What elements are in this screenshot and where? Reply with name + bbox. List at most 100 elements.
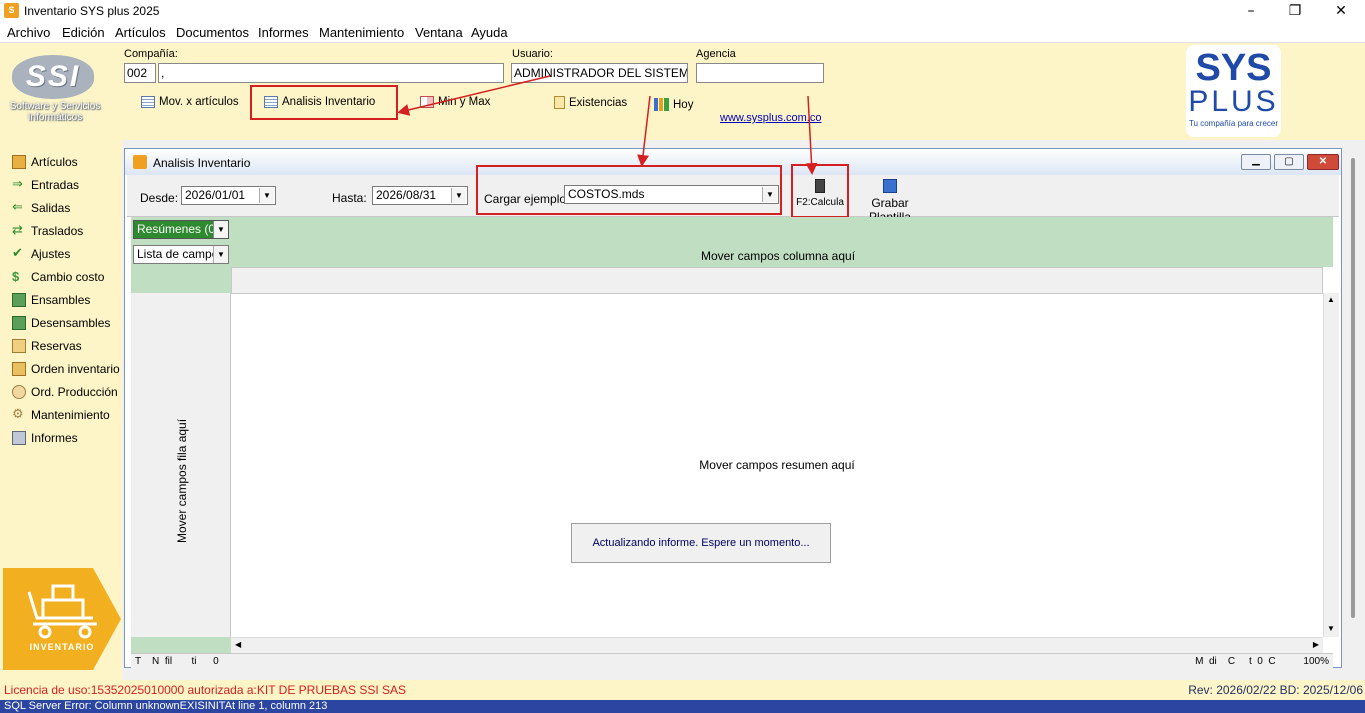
sidebar-label: Desensambles [31, 316, 111, 330]
analisis-inventario-button[interactable]: Analisis Inventario [264, 96, 375, 108]
analisis-label: Analisis Inventario [282, 96, 376, 108]
hoy-button[interactable]: Hoy [654, 98, 693, 111]
app-logo-icon [133, 155, 147, 169]
sidebar-item-desensambles[interactable]: Desensambles [12, 313, 110, 333]
child-close-button[interactable]: ✕ [1307, 154, 1339, 170]
menu-ventana[interactable]: Ventana [415, 25, 463, 40]
company-label: Compañía: [124, 48, 178, 60]
sidebar-label: Orden inventario [31, 362, 120, 376]
sidebar-item-reservas[interactable]: Reservas [12, 336, 82, 356]
resumenes-label: Resúmenes (0) [137, 222, 220, 236]
badge-label: INVENTARIO [29, 642, 95, 652]
sidebar-item-mantenimiento[interactable]: ⚙ Mantenimiento [12, 405, 110, 425]
existencias-label: Existencias [569, 96, 628, 109]
pivot-grid: Resúmenes (0) ▼ Lista de campos ▼ Mover ca… [131, 217, 1339, 669]
mdi-scrollbar[interactable] [1348, 148, 1358, 668]
hasta-date-picker[interactable]: 2026/08/31 ▼ [372, 186, 468, 205]
agency-field[interactable] [696, 63, 824, 83]
company-code-field[interactable]: 002 [124, 63, 156, 83]
sidebar-item-traslados[interactable]: ⇄ Traslados [12, 221, 83, 241]
sidebar-label: Informes [31, 431, 78, 445]
chevron-right-icon[interactable]: ▶ [1313, 640, 1319, 649]
sidebar-item-ensambles[interactable]: Ensambles [12, 290, 90, 310]
status-bar: Licencia de uso:15352025010000 autorizad… [0, 680, 1365, 700]
column-header-row [231, 267, 1323, 294]
sidebar-item-ord-produccion[interactable]: Ord. Producción [12, 382, 118, 402]
chevron-down-icon[interactable]: ▼ [1327, 624, 1335, 633]
chevron-down-icon[interactable]: ▼ [451, 188, 466, 203]
assemble-icon [12, 293, 26, 307]
desde-date-picker[interactable]: 2026/01/01 ▼ [181, 186, 276, 205]
user-label: Usuario: [512, 48, 553, 60]
production-icon [12, 385, 26, 399]
min-max-label: Min y Max [438, 96, 491, 108]
cargar-value: COSTOS.mds [568, 187, 645, 201]
vertical-scrollbar[interactable]: ▲ ▼ [1323, 293, 1339, 637]
menu-mantenimiento[interactable]: Mantenimiento [319, 25, 404, 40]
footer-right-text: M di C t 0 C 100% [1195, 656, 1329, 667]
sidebar-item-cambio-costo[interactable]: $ Cambio costo [12, 267, 104, 287]
restore-button[interactable]: ❐ [1272, 0, 1318, 22]
row-header-area[interactable]: Mover campos fila aquí [131, 293, 231, 637]
minimize-button[interactable]: – [1228, 0, 1274, 22]
child-minimize-button[interactable]: ▁ [1241, 154, 1271, 170]
brand-tagline: Tu compañía para crecer [1188, 119, 1279, 128]
close-button[interactable]: ✕ [1318, 0, 1364, 22]
sidebar-item-orden-inventario[interactable]: Orden inventario [12, 359, 120, 379]
desde-label: Desde: [140, 191, 179, 205]
chevron-down-icon[interactable]: ▼ [762, 187, 777, 202]
menu-edicion[interactable]: Edición [62, 25, 105, 40]
sidebar-label: Ord. Producción [31, 385, 118, 399]
sidebar-item-informes[interactable]: Informes [12, 428, 78, 448]
chevron-up-icon[interactable]: ▲ [1327, 295, 1335, 304]
desde-value: 2026/01/01 [185, 188, 246, 202]
calcula-button[interactable]: F2:Calcula [795, 179, 845, 208]
sidebar-label: Cambio costo [31, 270, 105, 284]
logo-caption: Software y Servicios Informáticos [9, 101, 101, 123]
disassemble-icon [12, 316, 26, 330]
child-title: Analisis Inventario [153, 156, 251, 170]
sidebar-item-entradas[interactable]: ⇒ Entradas [12, 175, 79, 195]
sidebar-item-salidas[interactable]: ⇐ Salidas [12, 198, 70, 218]
lista-campos-dropdown[interactable]: Lista de campos ▼ [133, 245, 229, 264]
loading-message: Actualizando informe. Espere un momento.… [571, 523, 831, 563]
sidebar-label: Reservas [31, 339, 82, 353]
arrow-left-icon: ⇐ [12, 200, 23, 215]
sidebar-label: Mantenimiento [31, 408, 110, 422]
chevron-left-icon[interactable]: ◀ [235, 640, 241, 649]
company-name-field[interactable]: , [158, 63, 504, 83]
resumenes-dropdown[interactable]: Resúmenes (0) ▼ [133, 220, 229, 239]
revision-text: Rev: 2026/02/22 BD: 2025/12/06 [1188, 683, 1363, 697]
summary-drop-zone[interactable]: Mover campos resumen aquí [231, 458, 1323, 472]
chevron-down-icon[interactable]: ▼ [213, 246, 228, 263]
lista-campos-label: Lista de campos [137, 247, 225, 261]
check-icon: ✔ [12, 246, 23, 261]
mov-articulos-button[interactable]: Mov. x artículos [141, 96, 239, 108]
chevron-down-icon[interactable]: ▼ [259, 188, 274, 203]
brand-plus: PLUS [1188, 85, 1279, 118]
menu-articulos[interactable]: Artículos [115, 25, 166, 40]
sidebar-label: Ajustes [31, 247, 71, 261]
menu-archivo[interactable]: Archivo [7, 25, 50, 40]
column-drop-zone[interactable]: Mover campos columna aquí [231, 249, 1325, 263]
scroll-thumb[interactable] [1351, 158, 1355, 618]
brand-sys: SYS [1195, 47, 1272, 89]
sidebar-item-articulos[interactable]: Artículos [12, 152, 78, 172]
menu-ayuda[interactable]: Ayuda [471, 25, 508, 40]
existencias-button[interactable]: Existencias [554, 96, 627, 109]
dollar-icon: $ [12, 269, 20, 284]
horizontal-scrollbar[interactable]: ◀ ▶ [231, 637, 1323, 653]
order-icon [12, 362, 26, 376]
sidebar-item-ajustes[interactable]: ✔ Ajustes [12, 244, 70, 264]
child-maximize-button[interactable]: ▢ [1274, 154, 1304, 170]
website-link[interactable]: www.sysplus.com.co [720, 112, 821, 124]
chart-icon [420, 96, 434, 108]
cargar-ejemplo-select[interactable]: COSTOS.mds ▼ [564, 185, 779, 204]
user-field[interactable]: ADMINISTRADOR DEL SISTEMA [511, 63, 688, 83]
pivot-footer: T N fil ti 0 M di C t 0 C 100% [131, 653, 1333, 669]
menu-informes[interactable]: Informes [258, 25, 309, 40]
chevron-down-icon[interactable]: ▼ [213, 221, 228, 238]
menu-documentos[interactable]: Documentos [176, 25, 249, 40]
sidebar-label: Entradas [31, 178, 80, 192]
min-max-button[interactable]: Min y Max [420, 96, 490, 108]
